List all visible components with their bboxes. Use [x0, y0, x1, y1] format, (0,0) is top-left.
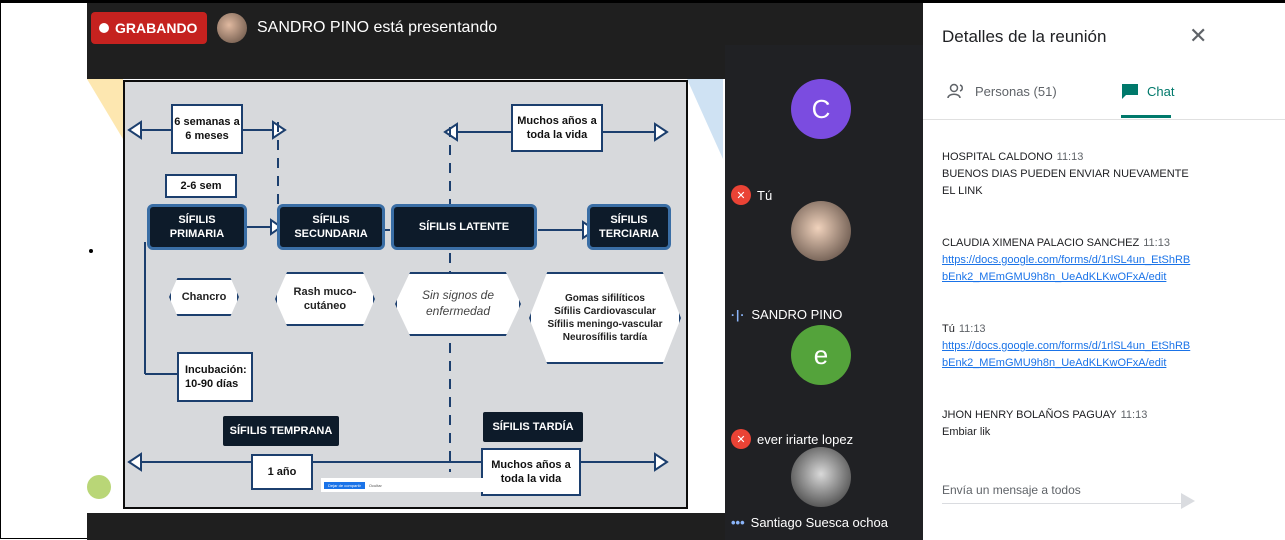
meeting-window: GRABANDO SANDRO PINO está presentando 6 …: [0, 0, 1285, 540]
presentation-stage: GRABANDO SANDRO PINO está presentando 6 …: [87, 3, 923, 540]
hex-chancre: Chancro: [169, 278, 239, 316]
audio-dots-icon: •••: [731, 515, 745, 530]
send-icon[interactable]: [1181, 493, 1195, 509]
box-weeks: 6 semanas a 6 meses: [171, 104, 243, 154]
top-border: [1, 1, 1285, 3]
share-toast: Dejar de compartir Ocultar: [321, 478, 488, 492]
tab-people[interactable]: Personas (51): [947, 83, 1057, 99]
avatar: e: [791, 325, 851, 385]
tab-divider: [923, 119, 1285, 120]
presenter-banner: SANDRO PINO está presentando: [217, 13, 497, 43]
avatar-initial: C: [811, 93, 831, 124]
close-icon[interactable]: ✕: [1189, 23, 1207, 49]
participant-name: Santiago Suesca ochoa: [750, 515, 888, 530]
avatar: [791, 201, 851, 261]
hex-chancre-text: Chancro: [181, 290, 227, 303]
message-link[interactable]: https://docs.google.com/forms/d/1rlSL4un…: [942, 254, 1190, 283]
stage-latent-text: SÍFILIS LATENTE: [418, 220, 510, 233]
box-incubation: Incubación: 10-90 días: [177, 352, 253, 402]
chat-message: CLAUDIA XIMENA PALACIO SANCHEZ 11:13 http…: [942, 235, 1192, 286]
message-sender: HOSPITAL CALDONO: [942, 151, 1053, 163]
message-text: Embiar lik: [942, 426, 991, 439]
mic-off-icon: ✕: [731, 185, 751, 205]
participant-name: SANDRO PINO: [751, 307, 843, 322]
slide: 6 semanas a 6 meses 2-6 sem Muchos años …: [123, 80, 688, 509]
panel-title: Detalles de la reunión: [942, 27, 1107, 46]
box-one-year: 1 año: [251, 454, 313, 490]
label-early-text: SÍFILIS TEMPRANA: [229, 424, 333, 437]
box-years-bottom-text: Muchos años a toda la vida: [491, 458, 571, 485]
tab-indicator: [1121, 115, 1171, 118]
chat-message: JHON HENRY BOLAÑOS PAGUAY 11:13 Embiar li…: [942, 407, 1192, 441]
stage-secondary: SÍFILIS SECUNDARIA: [277, 204, 385, 250]
stage-primary: SÍFILIS PRIMARIA: [147, 204, 247, 250]
box-weeks-short-text: 2-6 sem: [180, 179, 222, 192]
recording-label: GRABANDO: [115, 20, 198, 36]
label-late: SÍFILIS TARDÍA: [483, 412, 583, 442]
message-link[interactable]: https://docs.google.com/forms/d/1rlSL4un…: [942, 340, 1190, 369]
hex-gomas-text: Gomas sifilíticos Sífilis Cardiovascular…: [547, 293, 663, 343]
avatar: C: [791, 79, 851, 139]
box-weeks-text: 6 semanas a 6 meses: [174, 115, 240, 142]
participant-tile-self[interactable]: ✕ Tú: [731, 185, 772, 205]
label-early: SÍFILIS TEMPRANA: [223, 416, 339, 446]
hex-rash-text: Rash muco- cutáneo: [293, 285, 357, 312]
label-late-text: SÍFILIS TARDÍA: [492, 420, 574, 433]
box-years-bottom: Muchos años a toda la vida: [481, 448, 581, 496]
box-years-top-text: Muchos años a toda la vida: [517, 114, 597, 141]
chat-icon: [1122, 84, 1138, 99]
hex-no-signs-text: Sin signos de enfermedad: [421, 288, 495, 318]
hide-toast-button[interactable]: Ocultar: [369, 483, 382, 488]
box-incubation-text: Incubación: 10-90 días: [185, 363, 247, 390]
box-weeks-short: 2-6 sem: [165, 174, 237, 198]
message-time: 11:13: [1120, 409, 1148, 421]
participant-tile-ever[interactable]: ✕ ever iriarte lopez: [731, 429, 853, 449]
box-one-year-text: 1 año: [267, 465, 297, 478]
message-text: BUENOS DIAS PUEDEN ENVIAR NUEVAMENTE EL …: [942, 168, 1189, 198]
presenter-text: SANDRO PINO está presentando: [257, 19, 498, 36]
message-time: 11:13: [1056, 151, 1084, 163]
stage-secondary-text: SÍFILIS SECUNDARIA: [294, 213, 368, 240]
tab-chat-label: Chat: [1147, 83, 1175, 99]
box-years-top: Muchos años a toda la vida: [511, 104, 603, 152]
stage-primary-text: SÍFILIS PRIMARIA: [169, 213, 225, 240]
chat-message: Tú 11:13 https://docs.google.com/forms/d/…: [942, 321, 1192, 372]
avatar: [791, 447, 851, 507]
stage-tertiary: SÍFILIS TERCIARIA: [587, 204, 671, 250]
message-sender: Tú: [942, 323, 955, 335]
stage-latent: SÍFILIS LATENTE: [391, 204, 537, 250]
message-sender: CLAUDIA XIMENA PALACIO SANCHEZ: [942, 237, 1140, 249]
tab-chat[interactable]: Chat: [1121, 83, 1174, 99]
stage-tertiary-text: SÍFILIS TERCIARIA: [599, 213, 659, 240]
participant-tiles: C ✕ Tú ·|· SANDRO PINO e ✕ ever iriarte …: [725, 45, 923, 540]
avatar-initial: e: [813, 339, 829, 370]
hex-rash: Rash muco- cutáneo: [275, 272, 375, 326]
message-sender: JHON HENRY BOLAÑOS PAGUAY: [942, 409, 1117, 421]
mic-off-icon: ✕: [731, 429, 751, 449]
recording-badge: GRABANDO: [91, 12, 208, 44]
stop-sharing-button[interactable]: Dejar de compartir: [324, 481, 365, 489]
speaking-icon: ·|·: [731, 307, 746, 322]
meeting-details-panel: Detalles de la reunión ✕ Personas (51) C…: [923, 3, 1285, 539]
chat-input[interactable]: Envía un mensaje a todos: [942, 483, 1182, 504]
tab-people-label: Personas (51): [975, 83, 1057, 99]
hex-gomas: Gomas sifilíticos Sífilis Cardiovascular…: [529, 272, 681, 364]
participant-name: Tú: [757, 187, 773, 203]
participant-tile-santiago[interactable]: ••• Santiago Suesca ochoa: [731, 515, 888, 530]
people-icon: [947, 83, 963, 99]
message-time: 11:13: [1143, 237, 1170, 249]
message-time: 11:13: [958, 323, 986, 335]
record-dot-icon: [99, 23, 109, 33]
participant-tile-sandro[interactable]: ·|· SANDRO PINO: [731, 307, 842, 322]
presenter-avatar: [217, 13, 247, 43]
chat-message: HOSPITAL CALDONO 11:13 BUENOS DIAS PUEDEN…: [942, 149, 1192, 200]
participant-name: ever iriarte lopez: [757, 431, 854, 447]
hex-no-signs: Sin signos de enfermedad: [395, 272, 521, 336]
